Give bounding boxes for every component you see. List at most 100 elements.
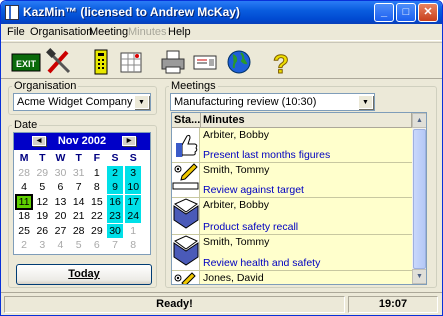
next-month-button[interactable]: ▶ — [122, 136, 136, 146]
calendar-day[interactable]: 23 — [106, 209, 124, 223]
calendar-day[interactable]: 6 — [52, 180, 68, 194]
svg-text:EXIT: EXIT — [16, 59, 37, 69]
organisation-select[interactable]: Acme Widget Company ▼ — [13, 93, 151, 111]
status-bar: Ready! 19:07 — [1, 292, 442, 315]
table-row[interactable]: Jones, David — [172, 271, 412, 284]
column-header-status[interactable]: Sta... — [172, 113, 201, 128]
meeting-select[interactable]: Manufacturing review (10:30) ▼ — [170, 93, 375, 111]
calendar-day[interactable]: 14 — [71, 195, 87, 209]
calendar-day[interactable]: 7 — [71, 180, 87, 194]
calendar-day[interactable]: 12 — [34, 195, 50, 209]
minimize-button[interactable]: _ — [374, 3, 394, 22]
calendar-day[interactable]: 24 — [125, 209, 142, 223]
printer-button[interactable] — [159, 48, 187, 76]
table-row[interactable]: Arbiter, Bobby Present last months figur… — [172, 128, 412, 163]
row-topic: Review against target — [203, 184, 304, 196]
dropdown-arrow-icon[interactable]: ▼ — [358, 95, 373, 109]
calendar-day[interactable]: 3 — [34, 238, 50, 252]
calendar-day[interactable]: 4 — [52, 238, 68, 252]
calendar-button[interactable] — [117, 48, 145, 76]
table-row[interactable]: Arbiter, Bobby Product safety recall — [172, 198, 412, 235]
menu-meeting[interactable]: Meeting — [89, 26, 128, 38]
tools-button[interactable] — [45, 48, 73, 76]
table-row[interactable]: Smith, Tommy Review health and safety — [172, 235, 412, 271]
calendar-day[interactable]: 17 — [125, 194, 142, 209]
calendar-day[interactable]: 5 — [34, 180, 50, 194]
menu-organisation[interactable]: Organisation — [30, 26, 92, 38]
calendar-day[interactable]: 18 — [16, 209, 32, 223]
calendar-day[interactable]: 19 — [34, 209, 50, 223]
calendar-day[interactable]: 20 — [52, 209, 68, 223]
calendar-day[interactable]: 9 — [106, 180, 124, 194]
weekday-mon: M — [19, 152, 29, 164]
phone-button[interactable] — [87, 48, 115, 76]
calendar-day[interactable]: 26 — [34, 224, 50, 238]
calendar-day[interactable]: 29 — [89, 224, 105, 238]
globe-button[interactable] — [225, 48, 253, 76]
calendar-day[interactable]: 3 — [125, 165, 142, 180]
calendar-day[interactable]: 2 — [16, 238, 32, 252]
calendar-day[interactable]: 15 — [89, 195, 105, 209]
calendar-day[interactable]: 2 — [106, 165, 124, 180]
calendar-day[interactable]: 21 — [71, 209, 87, 223]
month-calendar[interactable]: ◀ Nov 2002 ▶ M T W T F S S 28 29 30 31 1… — [13, 132, 151, 255]
calendar-day[interactable]: 29 — [34, 166, 50, 180]
meetings-label: Meetings — [169, 80, 218, 92]
prev-month-button[interactable]: ◀ — [32, 136, 46, 146]
calendar-week: 2 3 4 5 6 7 8 — [14, 238, 150, 253]
scroll-up-button[interactable]: ▲ — [412, 113, 426, 128]
calendar-day[interactable]: 8 — [89, 180, 105, 194]
app-icon[interactable] — [5, 5, 19, 20]
status-clock: 19:07 — [348, 296, 438, 313]
calendar-day[interactable]: 5 — [71, 238, 87, 252]
calendar-day[interactable]: 8 — [125, 238, 141, 252]
main-window: KazMin™ (licensed to Andrew McKay) _ □ ✕… — [0, 0, 443, 316]
calendar-week: 11 12 13 14 15 16 17 — [14, 193, 150, 210]
calendar-header: ◀ Nov 2002 ▶ — [14, 133, 150, 150]
close-icon: ✕ — [423, 6, 433, 18]
calendar-day[interactable]: 30 — [106, 223, 124, 238]
maximize-button[interactable]: □ — [396, 3, 416, 22]
grid-scrollbar[interactable]: ▲ ▼ — [412, 113, 426, 284]
title-bar[interactable]: KazMin™ (licensed to Andrew McKay) _ □ ✕ — [1, 1, 442, 24]
calendar-day[interactable]: 10 — [125, 180, 142, 194]
minutes-grid[interactable]: Sta... Minutes Arbiter, Bobby Present la… — [171, 112, 427, 285]
calendar-day[interactable]: 22 — [89, 209, 105, 223]
row-person: Smith, Tommy — [203, 236, 270, 248]
calendar-day[interactable]: 25 — [16, 224, 32, 238]
calendar-day[interactable]: 28 — [16, 166, 32, 180]
close-button[interactable]: ✕ — [418, 3, 438, 22]
calendar-day[interactable]: 27 — [52, 224, 68, 238]
row-status-cell — [172, 163, 200, 197]
scroll-down-button[interactable]: ▼ — [412, 269, 426, 284]
calendar-day[interactable]: 16 — [106, 194, 124, 209]
row-person: Smith, Tommy — [203, 164, 270, 176]
calendar-day[interactable]: 6 — [89, 238, 105, 252]
calendar-day[interactable]: 30 — [52, 166, 68, 180]
exit-button[interactable]: EXIT — [11, 48, 41, 76]
help-button[interactable]: ? — [267, 48, 295, 80]
column-header-minutes[interactable]: Minutes — [201, 113, 412, 128]
calendar-day[interactable]: 28 — [71, 224, 87, 238]
table-row[interactable]: Smith, Tommy Review against target — [172, 163, 412, 198]
calendar-day[interactable]: 7 — [107, 238, 123, 252]
calendar-day[interactable]: 13 — [52, 195, 68, 209]
calendar-week: 18 19 20 21 22 23 24 — [14, 209, 150, 224]
organisation-value: Acme Widget Company — [17, 96, 133, 108]
row-topic: Present last months figures — [203, 149, 331, 161]
weekday-sun: S — [129, 152, 137, 164]
menu-bar: File Organisation Meeting Minutes Help — [1, 24, 442, 41]
calendar-day[interactable]: 1 — [125, 224, 141, 238]
scroll-thumb[interactable] — [413, 129, 426, 269]
calendar-day-today[interactable]: 11 — [14, 193, 34, 210]
calendar-icon — [120, 52, 142, 73]
calendar-day[interactable]: 1 — [89, 166, 105, 180]
menu-file[interactable]: File — [7, 26, 25, 38]
calendar-day[interactable]: 4 — [16, 180, 32, 194]
menu-help[interactable]: Help — [168, 26, 191, 38]
help-icon: ? — [273, 49, 290, 80]
fax-button[interactable] — [191, 48, 219, 76]
dropdown-arrow-icon[interactable]: ▼ — [134, 95, 149, 109]
today-button[interactable]: Today — [16, 264, 152, 285]
calendar-day[interactable]: 31 — [71, 166, 87, 180]
